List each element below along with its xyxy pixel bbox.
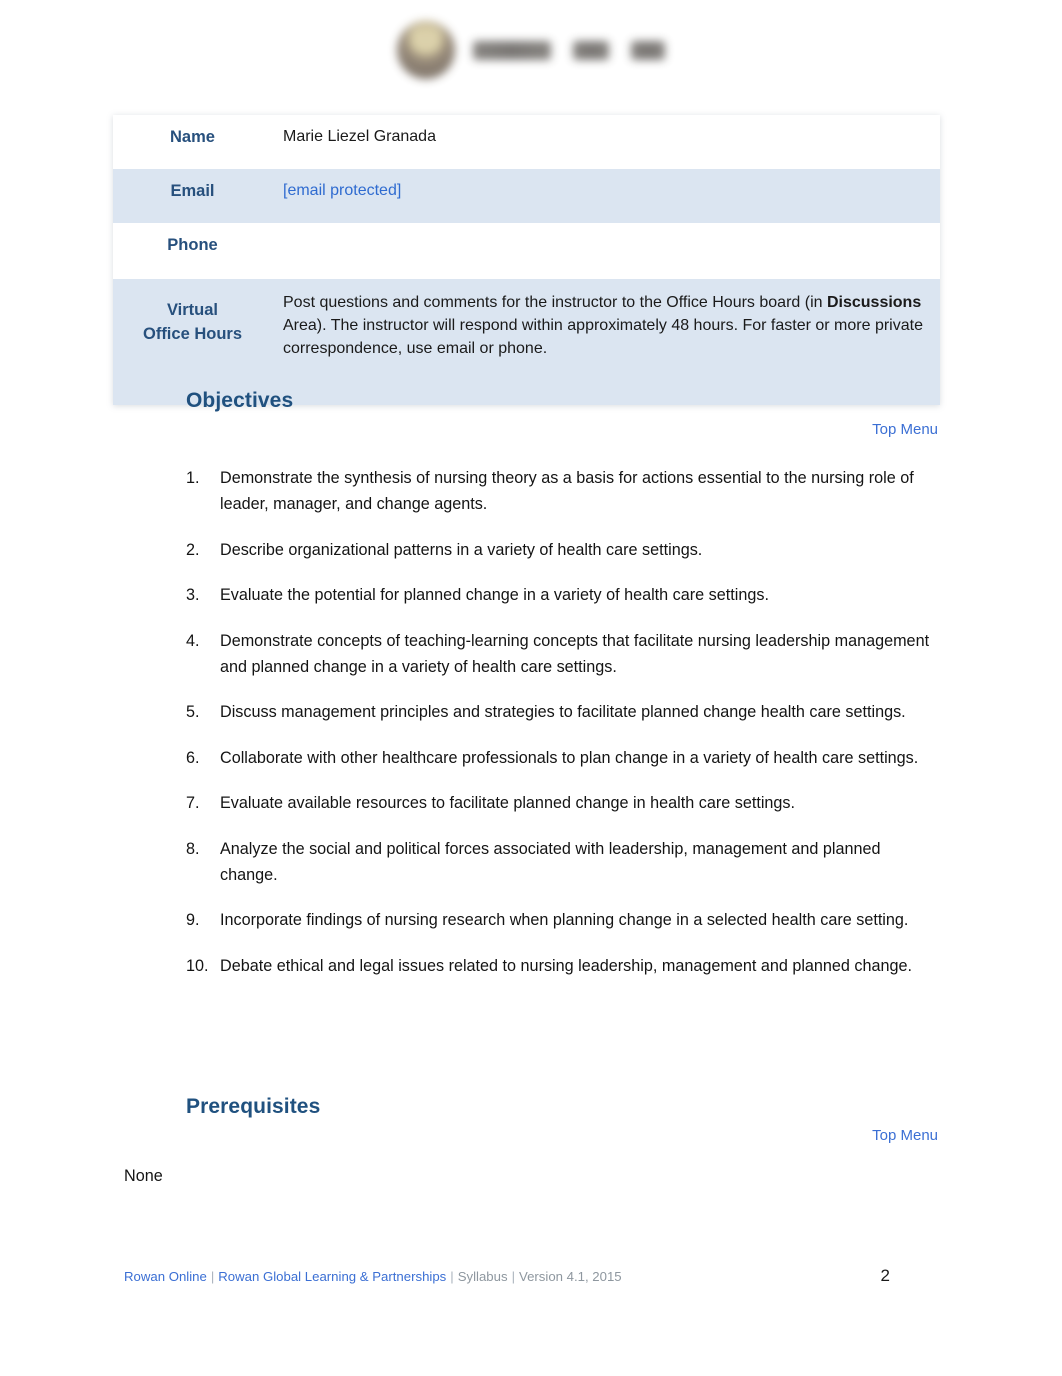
list-item-text: Demonstrate concepts of teaching-learnin… (220, 631, 930, 677)
list-item: 1. Demonstrate the synthesis of nursing t… (186, 465, 938, 518)
list-item: 9. Incorporate findings of nursing resear… (186, 907, 938, 933)
list-item-number: 1. (186, 469, 200, 487)
virtual-office-hours-label-line2: Office Hours (142, 324, 243, 343)
table-row: Email [email protected] (113, 169, 940, 223)
list-item-number: 2. (186, 540, 200, 559)
list-item-text: Debate ethical and legal issues related … (220, 956, 913, 975)
objectives-section: Objectives Top Menu 1. Demonstrate the sy… (186, 389, 938, 998)
list-item-number: 6. (186, 748, 200, 767)
list-item-text: Analyze the social and political forces … (220, 839, 881, 885)
footer-separator: | (450, 1269, 454, 1284)
row-label-name: Name (113, 115, 272, 169)
list-item-number: 10. (186, 956, 209, 975)
list-item-number: 4. (186, 631, 200, 650)
list-item-text: Evaluate the potential for planned chang… (220, 586, 769, 605)
list-item-text: Discuss management principles and strate… (220, 703, 906, 722)
voh-text-part1: Post questions and comments for the inst… (283, 294, 827, 311)
table-row: Name Marie Liezel Granada (113, 115, 940, 169)
list-item-text: Evaluate available resources to facilita… (220, 794, 796, 813)
list-item: 7. Evaluate available resources to facili… (186, 790, 938, 816)
list-item: 4. Demonstrate concepts of teaching-learn… (186, 628, 938, 681)
list-item-number: 9. (186, 911, 200, 930)
list-item-number: 7. (186, 794, 200, 813)
top-menu-link-objectives[interactable]: Top Menu (872, 421, 938, 438)
row-label-email: Email (113, 169, 272, 223)
email-link[interactable]: [email protected] (283, 182, 401, 199)
row-value-virtual-office-hours: Post questions and comments for the inst… (272, 279, 940, 405)
row-value-name: Marie Liezel Granada (272, 115, 940, 169)
seal-icon (397, 21, 455, 79)
page-title-objectives: Objectives (186, 389, 294, 412)
footer-separator: | (210, 1269, 215, 1284)
list-item-number: 5. (186, 703, 200, 722)
list-item-text: Demonstrate the synthesis of nursing the… (220, 469, 914, 514)
footer-item-version: Version 4.1, 2015 (519, 1269, 622, 1284)
table-row: Virtual Office Hours Post questions and … (113, 279, 940, 405)
objectives-list: 1. Demonstrate the synthesis of nursing t… (186, 465, 938, 979)
list-item: 5. Discuss management principles and stra… (186, 699, 938, 725)
footer-text: Rowan Online | Rowan Global Learning & Par… (124, 1269, 622, 1284)
row-label-phone: Phone (113, 223, 272, 279)
list-item-text: Collaborate with other healthcare profes… (220, 748, 919, 767)
prerequisites-body: None (124, 1167, 163, 1185)
voh-text-bold: Discussions (826, 294, 922, 311)
page-header (0, 0, 1062, 100)
row-value-phone (272, 223, 940, 279)
instructor-info-table: Name Marie Liezel Granada Email [email p… (113, 115, 940, 405)
logo-word-3 (631, 40, 665, 60)
row-value-email: [email protected] (272, 169, 940, 223)
list-item: 6. Collaborate with other healthcare prof… (186, 745, 938, 771)
list-item: 2. Describe organizational patterns in a … (186, 537, 938, 563)
voh-text-part2: Area). The instructor will respond withi… (283, 316, 923, 357)
list-item: 10. Debate ethical and legal issues relat… (186, 953, 938, 979)
footer-link-rowan-online[interactable]: Rowan Online (124, 1269, 207, 1284)
list-item: 8. Analyze the social and political force… (186, 836, 938, 889)
footer-item-syllabus: Syllabus (457, 1269, 508, 1284)
list-item: 3. Evaluate the potential for planned cha… (186, 582, 938, 608)
logo-wordmark (473, 40, 665, 60)
logo-word-1 (473, 40, 551, 60)
page-number: 2 (880, 1266, 890, 1285)
list-item-text: Incorporate findings of nursing research… (220, 911, 909, 930)
prerequisites-section: Prerequisites Top Menu (186, 1095, 938, 1144)
list-item-text: Describe organizational patterns in a va… (220, 540, 703, 559)
table-row: Phone (113, 223, 940, 279)
rowan-online-logo (397, 21, 665, 79)
list-item-number: 8. (186, 839, 200, 858)
list-item-number: 3. (186, 586, 200, 605)
logo-word-2 (573, 40, 609, 60)
row-label-virtual-office-hours: Virtual Office Hours (113, 279, 272, 405)
page-footer: Rowan Online | Rowan Global Learning & Par… (124, 1266, 938, 1286)
virtual-office-hours-label-line1: Virtual (166, 301, 219, 319)
footer-separator: | (511, 1269, 515, 1284)
document-page: Name Marie Liezel Granada Email [email p… (0, 0, 1062, 1376)
footer-link-rowan-global[interactable]: Rowan Global Learning & Partnerships (218, 1269, 446, 1284)
top-menu-link-prerequisites[interactable]: Top Menu (872, 1127, 938, 1144)
page-title-prerequisites: Prerequisites (186, 1095, 321, 1118)
